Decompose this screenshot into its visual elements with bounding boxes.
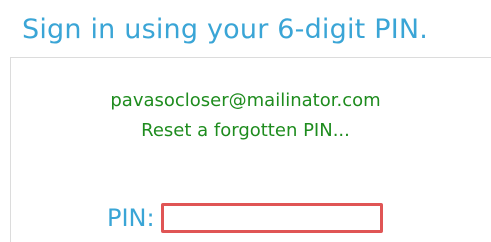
pin-row: PIN: <box>107 200 383 236</box>
pin-label: PIN: <box>107 204 155 232</box>
pin-input[interactable] <box>160 203 383 233</box>
page-title: Sign in using your 6-digit PIN. <box>22 14 429 45</box>
account-email: pavasocloser@mailinator.com <box>110 90 381 111</box>
reset-pin-link[interactable]: Reset a forgotten PIN... <box>0 120 491 141</box>
